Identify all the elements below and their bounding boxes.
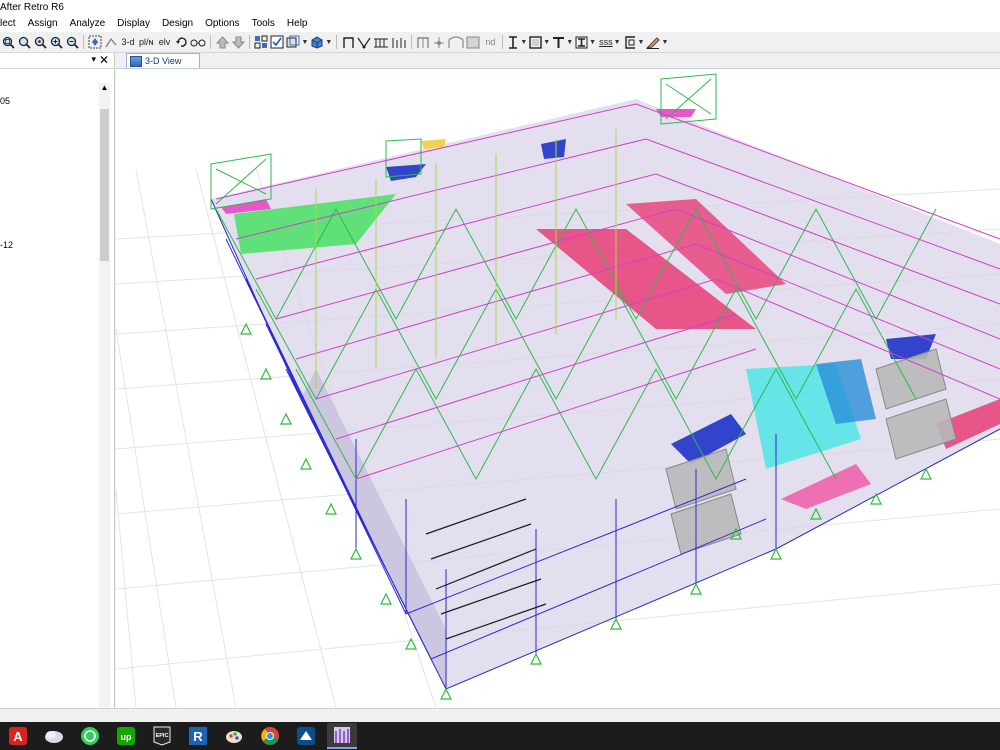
- view-tab-strip: 3-D View: [116, 53, 1000, 69]
- scroll-up-icon[interactable]: ▲: [99, 83, 110, 95]
- draw-area-icon[interactable]: [466, 34, 480, 50]
- cube-view-icon[interactable]: ▼: [310, 34, 332, 50]
- upwork-glyph: up: [121, 732, 132, 742]
- acrobat-icon[interactable]: A: [3, 723, 33, 749]
- zoom-restore-icon[interactable]: [17, 34, 31, 50]
- draw-beams-icon[interactable]: [373, 34, 389, 50]
- pan-icon[interactable]: [88, 34, 102, 50]
- move-up-icon[interactable]: [215, 34, 229, 50]
- model-3d-viewport[interactable]: [116, 69, 1000, 708]
- menu-assign[interactable]: Assign: [22, 16, 64, 32]
- menu-design[interactable]: Design: [156, 16, 199, 32]
- toolbar-separator: [411, 35, 413, 49]
- cloud-app-icon[interactable]: [39, 723, 69, 749]
- menu-options[interactable]: Options: [199, 16, 245, 32]
- status-strip: [0, 708, 1000, 723]
- menu-bar: lect Assign Analyze Display Design Optio…: [0, 16, 1000, 32]
- dropdown-caret-icon[interactable]: ▼: [325, 39, 332, 46]
- dropdown-caret-icon[interactable]: ▼: [301, 39, 308, 46]
- dropdown-caret-icon[interactable]: ▼: [520, 39, 527, 46]
- zoom-out-icon[interactable]: [65, 34, 79, 50]
- panel-header: ▾ ✕: [0, 53, 114, 69]
- view-elevation-button[interactable]: elv: [156, 34, 172, 50]
- title-bar: After Retro R6: [0, 0, 1000, 16]
- upwork-icon[interactable]: up: [111, 723, 141, 749]
- menu-display[interactable]: Display: [111, 16, 156, 32]
- pen-tool-icon[interactable]: ▼: [646, 34, 668, 50]
- draw-brace-icon[interactable]: [357, 34, 371, 50]
- paint-icon[interactable]: [219, 723, 249, 749]
- panel-options-icon[interactable]: ▾: [91, 54, 96, 65]
- perspective-icon[interactable]: [190, 34, 206, 50]
- move-down-icon[interactable]: [231, 34, 245, 50]
- dropdown-caret-icon[interactable]: ▼: [589, 39, 596, 46]
- toolbar-separator: [210, 35, 212, 49]
- joint-icon[interactable]: [432, 34, 446, 50]
- toolbar-separator: [249, 35, 251, 49]
- node-button[interactable]: nd: [482, 34, 498, 50]
- zoom-previous-icon[interactable]: [33, 34, 47, 50]
- load-pattern-label: sss: [599, 37, 613, 47]
- toolbar-separator: [336, 35, 338, 49]
- dropdown-caret-icon[interactable]: ▼: [638, 39, 645, 46]
- dropdown-caret-icon[interactable]: ▼: [566, 39, 573, 46]
- object-shrink-icon[interactable]: [254, 34, 268, 50]
- measure-icon[interactable]: [104, 34, 118, 50]
- view-plan-button[interactable]: pl/ɴ: [138, 34, 154, 50]
- set-display-icon[interactable]: [270, 34, 284, 50]
- dropdown-caret-icon[interactable]: ▼: [661, 39, 668, 46]
- menu-select[interactable]: lect: [0, 16, 22, 32]
- window-title: After Retro R6: [0, 2, 64, 13]
- section-i-icon[interactable]: ▼: [507, 34, 527, 50]
- toolbar-separator: [83, 35, 84, 49]
- epic-glyph: EPIC: [156, 733, 169, 739]
- menu-help[interactable]: Help: [281, 16, 314, 32]
- windows-taskbar: A up EPIC R: [0, 722, 1000, 750]
- view-3d-button[interactable]: 3-d: [120, 34, 136, 50]
- tab-3d-view[interactable]: 3-D View: [126, 53, 200, 68]
- assign-frame-icon[interactable]: ▼: [624, 34, 645, 50]
- acrobat-glyph: A: [13, 729, 23, 744]
- menu-analyze[interactable]: Analyze: [64, 16, 112, 32]
- rotate-icon[interactable]: [174, 34, 188, 50]
- panel-scrollbar[interactable]: ▲ ▼: [99, 83, 110, 733]
- tab-label: 3-D View: [145, 56, 182, 66]
- revit-icon[interactable]: R: [183, 723, 213, 749]
- draw-arch-icon[interactable]: [448, 34, 464, 50]
- structure-model-drawing: [116, 73, 1000, 708]
- tree-item[interactable]: 05: [0, 96, 10, 106]
- zoom-window-icon[interactable]: [1, 34, 15, 50]
- etabs-icon[interactable]: [327, 723, 357, 749]
- draw-wall-icon[interactable]: [416, 34, 430, 50]
- view-window-icon: [130, 55, 142, 67]
- extrude-icon[interactable]: ▼: [286, 34, 308, 50]
- zoom-in-icon[interactable]: [49, 34, 63, 50]
- section-t-icon[interactable]: ▼: [552, 34, 573, 50]
- sketchup-icon[interactable]: [291, 723, 321, 749]
- dropdown-caret-icon[interactable]: ▼: [614, 39, 621, 46]
- revit-glyph: R: [193, 729, 203, 744]
- panel-close-icon[interactable]: ✕: [99, 53, 109, 67]
- menu-tools[interactable]: Tools: [246, 16, 281, 32]
- scroll-thumb[interactable]: [100, 109, 109, 261]
- draw-columns-icon[interactable]: [391, 34, 407, 50]
- whatsapp-icon[interactable]: [75, 723, 105, 749]
- model-explorer-panel: ▾ ✕ 05 -12 ▲ ▼: [0, 53, 115, 733]
- main-toolbar: 3-d pl/ɴ elv ▼ ▼ nd ▼ ▼ ▼ ▼ sss ▼ ▼ ▼: [0, 32, 1000, 53]
- toolbar-separator: [502, 35, 504, 49]
- chrome-icon[interactable]: [255, 723, 285, 749]
- tree-item[interactable]: -12: [0, 240, 13, 250]
- section-wide-i-icon[interactable]: ▼: [575, 34, 596, 50]
- draw-frame-icon[interactable]: [341, 34, 355, 50]
- load-pattern-button[interactable]: sss ▼: [598, 34, 621, 50]
- section-box-icon[interactable]: ▼: [529, 34, 550, 50]
- epic-games-icon[interactable]: EPIC: [147, 723, 177, 749]
- dropdown-caret-icon[interactable]: ▼: [543, 39, 550, 46]
